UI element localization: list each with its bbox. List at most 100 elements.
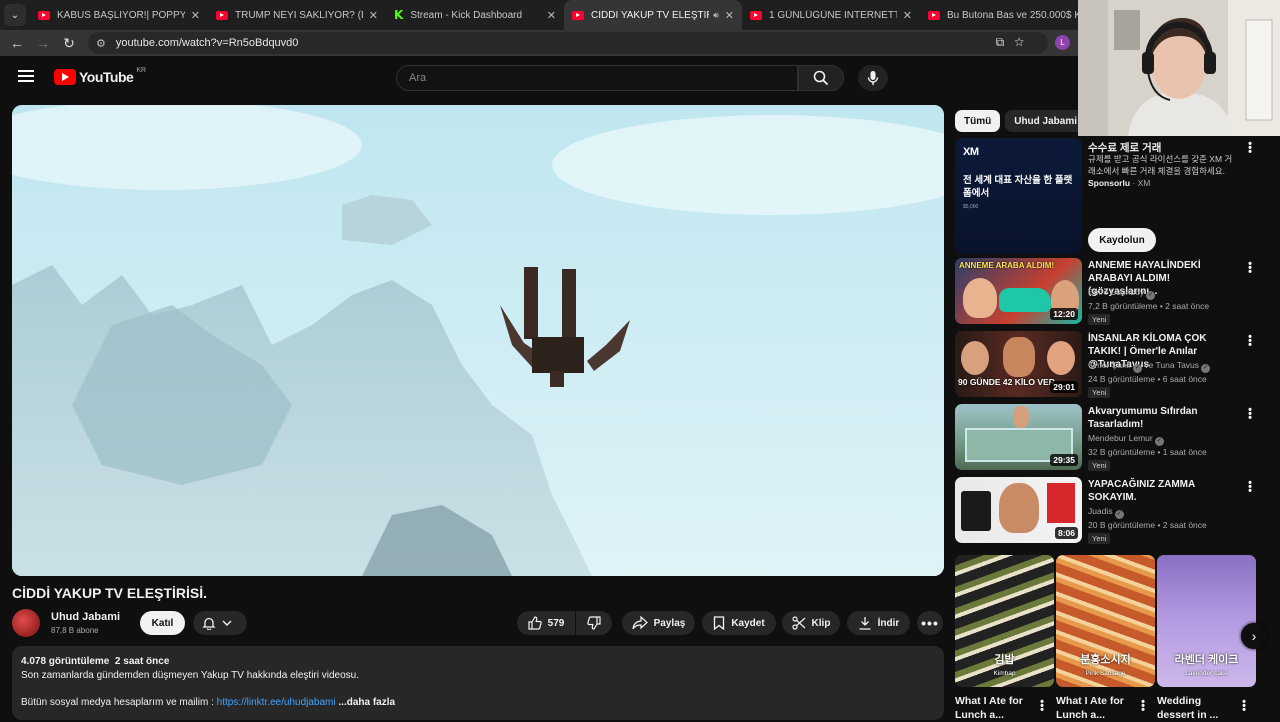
- short-title[interactable]: Wedding dessert in ...: [1157, 694, 1237, 722]
- xm-logo: XM: [963, 146, 979, 158]
- verified-check-icon: ✓: [1133, 364, 1142, 373]
- browser-tab[interactable]: KÂBUS BAŞLIYOR!| POPPY PLAY ✕: [30, 0, 208, 30]
- more-actions-button[interactable]: •••: [917, 611, 943, 635]
- more-vertical-icon[interactable]: • • •: [1245, 259, 1255, 278]
- channel-name[interactable]: Uhud Jabami: [51, 611, 120, 623]
- filter-chips: Tümü Uhud Jabami: [955, 110, 1091, 132]
- url-field[interactable]: ⚙ youtube.com/watch?v=Rn5oBdquvd0 ⧉☆: [88, 32, 1048, 54]
- recommended-video[interactable]: 29:35 Akvaryumumu Sıfırdan Tasarladım! M…: [955, 404, 1265, 471]
- notification-bell-button[interactable]: [193, 611, 247, 635]
- browser-tab[interactable]: K Stream - Kick Dashboard ✕: [386, 0, 564, 30]
- channel-label: Mendebur Lemur: [1088, 433, 1153, 443]
- ad-thumbnail[interactable]: XM 전 세계 대표 자산을 한 플랫폼에서 $5,000: [955, 138, 1082, 254]
- youtube-favicon-icon: [216, 10, 228, 20]
- browser-tab[interactable]: Bu Butona Bas ve 250.000$ Kaz: [920, 0, 1098, 30]
- description-stats: 4.078 görüntüleme 2 saat önce: [21, 656, 170, 667]
- video-thumbnail[interactable]: 8:06: [955, 477, 1082, 543]
- description-box[interactable]: 4.078 görüntüleme 2 saat önce Son zamanl…: [12, 646, 944, 720]
- video-thumbnail[interactable]: 29:35: [955, 404, 1082, 470]
- shorts-next-button[interactable]: ›: [1241, 623, 1267, 649]
- youtube-favicon-icon: [38, 10, 50, 20]
- close-tab-icon[interactable]: ✕: [903, 9, 912, 22]
- back-arrow-icon[interactable]: ←: [4, 35, 30, 51]
- more-vertical-icon[interactable]: • • •: [1245, 332, 1255, 351]
- profile-avatar-icon[interactable]: L: [1055, 35, 1070, 50]
- more-vertical-icon[interactable]: • • •: [1245, 478, 1255, 497]
- browser-tab[interactable]: 1 GÜNLÜĞÜNE İNTERNETTE Ç ✕: [742, 0, 920, 30]
- reload-icon[interactable]: ↻: [56, 35, 82, 52]
- more-vertical-icon[interactable]: • • •: [1245, 139, 1255, 158]
- share-arrow-icon: [632, 616, 648, 630]
- browser-tab-active[interactable]: CİDDİ YAKUP TV ELEŞTİRİSİ 🔊︎ ✕: [564, 0, 742, 30]
- short-thumbnail[interactable]: 분홍소시지 Pink Sausage: [1056, 555, 1155, 687]
- recommended-video[interactable]: 8:06 YAPACAĞINIZ ZAMMA SOKAYIM. Juadis ✓ …: [955, 477, 1265, 544]
- linktree-link[interactable]: https://linktr.ee/uhudjabami: [217, 697, 336, 708]
- tab-title: TRUMP NEYİ SAKLIYOR? (Epste: [235, 9, 363, 21]
- video-thumbnail[interactable]: ANNEME ARABA ALDIM! 12:20: [955, 258, 1082, 324]
- close-tab-icon[interactable]: ✕: [369, 9, 378, 22]
- share-button[interactable]: Paylaş: [622, 611, 695, 635]
- bookmark-icon: [714, 616, 725, 630]
- sponsored-ad[interactable]: XM 전 세계 대표 자산을 한 플랫폼에서 $5,000 수수료 제로 거래 …: [955, 138, 1265, 254]
- short-sublabel: Kimbap: [993, 670, 1016, 677]
- clip-label: Klip: [811, 617, 831, 629]
- more-horizontal-icon: •••: [921, 615, 939, 631]
- channel-name[interactable]: Juadis ✓: [1088, 506, 1124, 519]
- verified-check-icon: ✓: [1201, 364, 1211, 373]
- short-thumbnail[interactable]: 라벤더 케이크 Lavender cake: [1157, 555, 1256, 687]
- video-player[interactable]: [12, 105, 944, 576]
- short-title[interactable]: What I Ate for Lunch a...: [955, 694, 1035, 722]
- microphone-icon: [867, 71, 879, 85]
- address-bar: ← → ↻ ⚙ youtube.com/watch?v=Rn5oBdquvd0 …: [0, 30, 1078, 56]
- bookmark-star-icon[interactable]: ☆: [1014, 35, 1034, 49]
- close-tab-icon[interactable]: ✕: [191, 9, 200, 22]
- download-button[interactable]: İndir: [847, 611, 910, 635]
- menu-hamburger-icon[interactable]: [18, 70, 34, 82]
- more-vertical-icon[interactable]: • • •: [1138, 697, 1148, 716]
- search-button[interactable]: [798, 65, 844, 91]
- shorts-shelf: 김밥 Kimbap 분홍소시지 Pink Sausage 라벤더 케이크 Lav…: [955, 555, 1265, 722]
- signup-button[interactable]: Kaydolun: [1088, 228, 1156, 252]
- voice-search-button[interactable]: [858, 65, 888, 91]
- short-thumbnail[interactable]: 김밥 Kimbap: [955, 555, 1054, 687]
- share-label: Paylaş: [653, 617, 686, 629]
- speaker-icon[interactable]: 🔊︎: [713, 10, 719, 21]
- video-thumbnail[interactable]: 90 GÜNDE 42 KİLO VER 29:01: [955, 331, 1082, 397]
- chip-all[interactable]: Tümü: [955, 110, 1001, 132]
- more-vertical-icon[interactable]: • • •: [1037, 697, 1047, 716]
- close-tab-icon[interactable]: ✕: [725, 9, 734, 22]
- join-button[interactable]: Katıl: [140, 611, 185, 635]
- video-title[interactable]: Akvaryumumu Sıfırdan Tasarladım!: [1088, 405, 1238, 431]
- like-button[interactable]: 579: [517, 611, 575, 635]
- dislike-button[interactable]: [576, 611, 612, 635]
- close-tab-icon[interactable]: ✕: [547, 9, 556, 22]
- channel-name[interactable]: Ömer Şanlı ✓ ve Tuna Tavus ✓: [1088, 360, 1211, 373]
- forward-arrow-icon[interactable]: →: [30, 35, 56, 51]
- site-settings-icon[interactable]: ⚙: [96, 37, 106, 50]
- channel-name[interactable]: Mendebur Lemur ✓: [1088, 433, 1164, 446]
- scissors-icon: [791, 616, 805, 630]
- install-and-bookmark-icons[interactable]: ⧉☆: [996, 35, 1034, 50]
- recommended-video[interactable]: 90 GÜNDE 42 KİLO VER 29:01 İNSANLAR KİLO…: [955, 331, 1265, 398]
- clip-button[interactable]: Klip: [782, 611, 840, 635]
- description-line: Son zamanlarda gündemden düşmeyen Yakup …: [21, 669, 359, 681]
- more-vertical-icon[interactable]: • • •: [1245, 405, 1255, 424]
- logo-text: YouTube: [79, 69, 134, 85]
- more-vertical-icon[interactable]: • • •: [1239, 697, 1249, 716]
- short-title[interactable]: What I Ate for Lunch a...: [1056, 694, 1136, 722]
- install-app-icon[interactable]: ⧉: [996, 35, 1015, 49]
- youtube-logo[interactable]: YouTube KR: [54, 67, 146, 85]
- browser-tab[interactable]: TRUMP NEYİ SAKLIYOR? (Epste ✕: [208, 0, 386, 30]
- video-meta: 24 B görüntüleme • 6 saat önce: [1088, 374, 1207, 384]
- channel-name[interactable]: Emre Uzunboy ✓: [1088, 287, 1156, 300]
- like-count: 579: [547, 617, 565, 629]
- search-icon: [813, 70, 829, 86]
- recommended-video[interactable]: ANNEME ARABA ALDIM! 12:20 ANNEME HAYALİN…: [955, 258, 1265, 325]
- search-input[interactable]: Ara: [396, 65, 798, 91]
- tab-search-button[interactable]: ⌄: [4, 4, 26, 26]
- channel-avatar[interactable]: [12, 609, 40, 637]
- video-title[interactable]: YAPACAĞINIZ ZAMMA SOKAYIM.: [1088, 478, 1238, 504]
- chip-channel[interactable]: Uhud Jabami: [1005, 110, 1087, 132]
- save-button[interactable]: Kaydet: [702, 611, 776, 635]
- show-more-button[interactable]: ...daha fazla: [336, 697, 395, 708]
